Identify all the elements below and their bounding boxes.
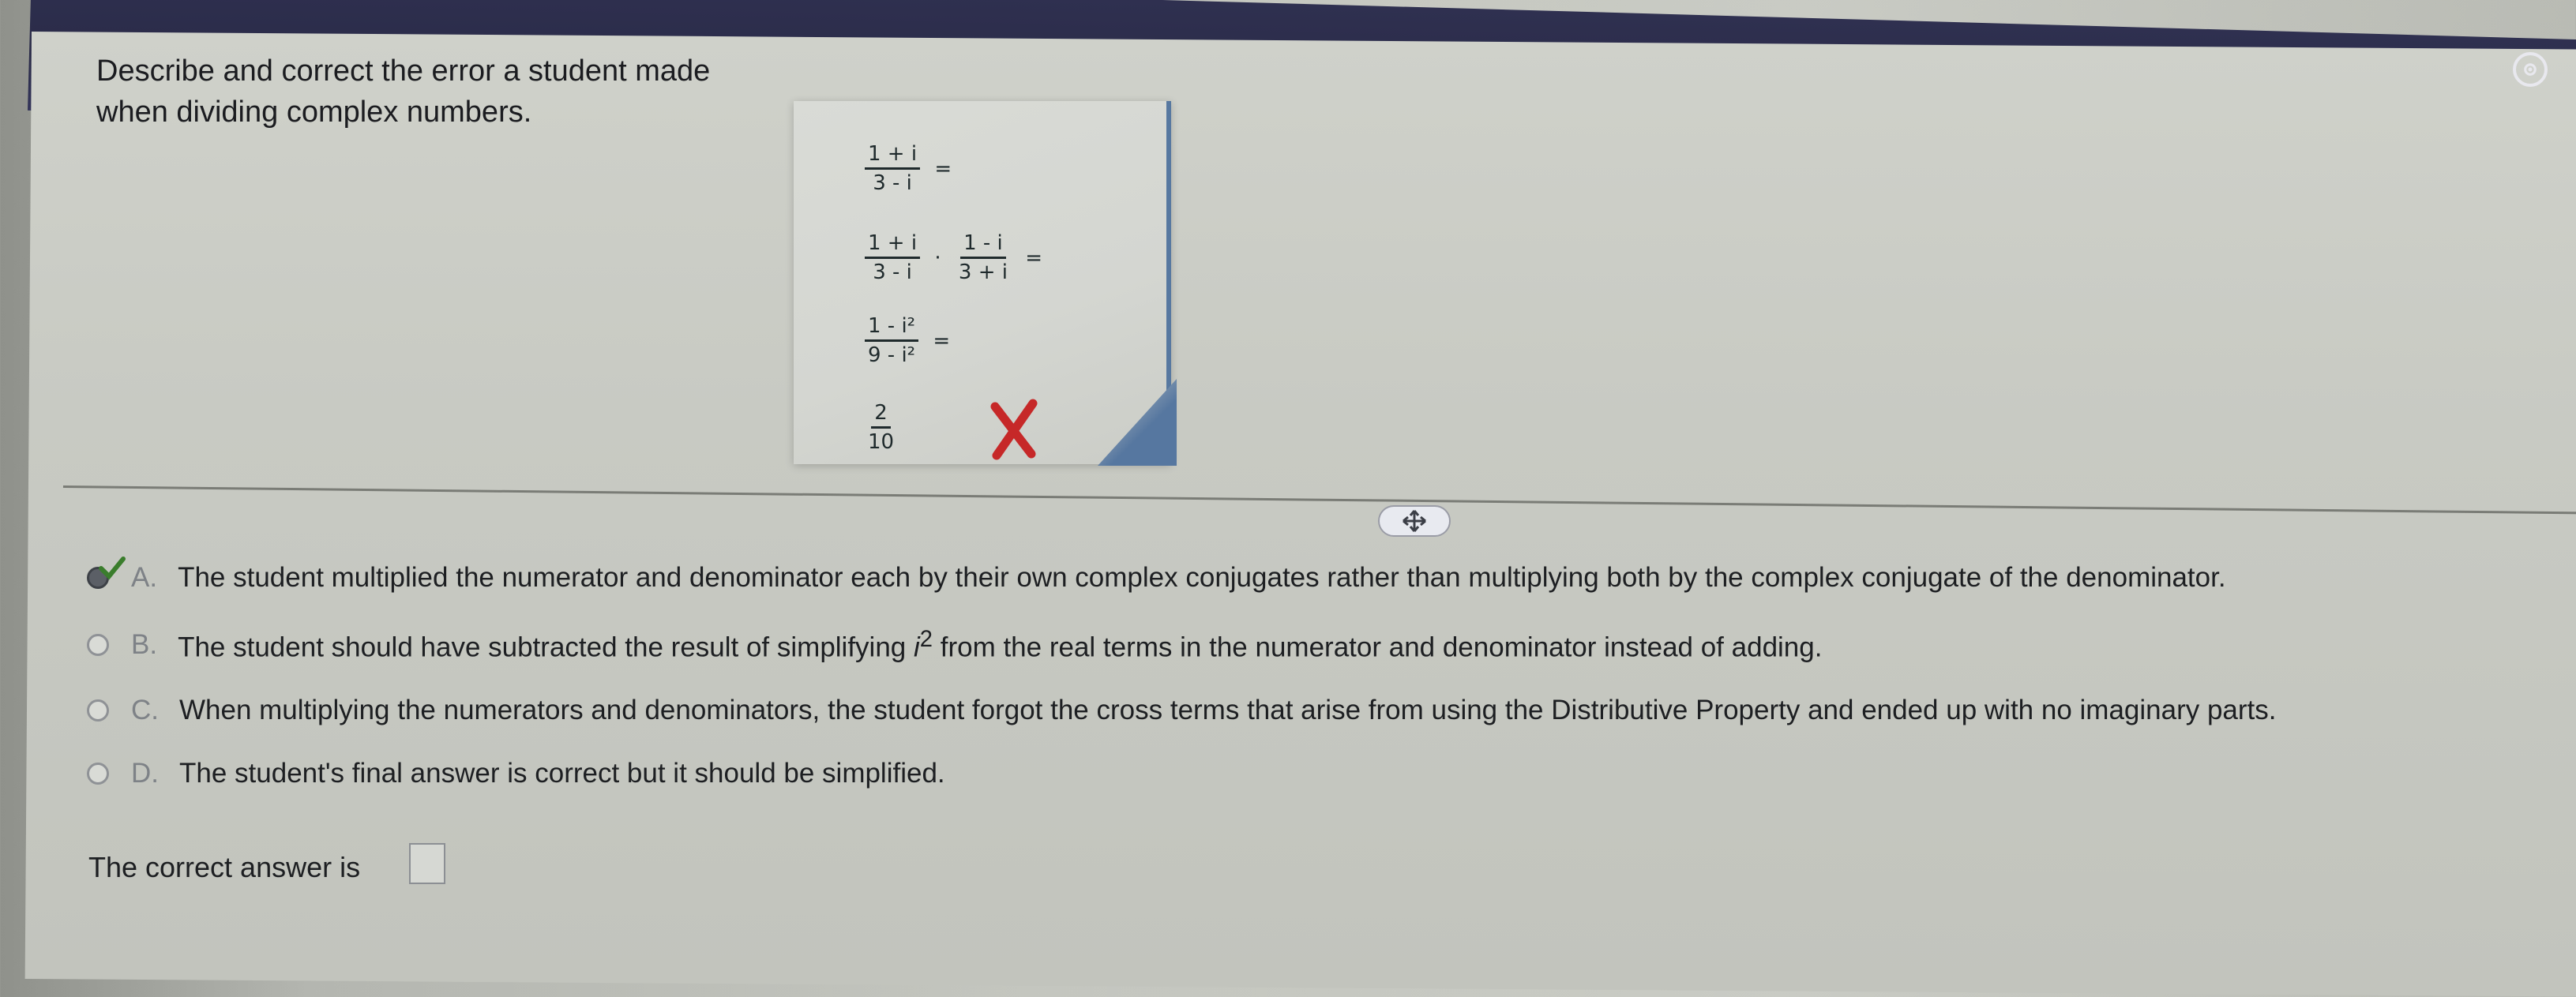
numerator: 1 - i xyxy=(960,231,1006,259)
numerator: 1 + i xyxy=(865,142,921,170)
fraction: 1 + i 3 - i xyxy=(865,231,921,284)
work-step-2: 1 + i 3 - i · 1 - i 3 + i = xyxy=(865,231,1050,284)
option-c[interactable]: C. When multiplying the numerators and d… xyxy=(87,695,2277,726)
denominator: 10 xyxy=(868,430,895,454)
fraction: 1 - i² 9 - i² xyxy=(865,314,919,367)
option-a-text: The student multiplied the numerator and… xyxy=(178,562,2226,593)
option-letter: C. xyxy=(131,695,159,725)
equals-sign: = xyxy=(933,328,951,353)
exponent: 2 xyxy=(919,627,933,652)
drag-handle[interactable] xyxy=(1378,505,1451,537)
option-d-text: The student's final answer is correct bu… xyxy=(179,758,945,789)
checkmark-icon xyxy=(99,557,126,580)
radio-option-b[interactable] xyxy=(87,634,109,657)
option-a[interactable]: A. The student multiplied the numerator … xyxy=(87,557,2226,594)
option-letter: A. xyxy=(131,562,158,593)
option-letter: D. xyxy=(131,758,159,789)
numerator: 1 + i xyxy=(865,231,921,259)
work-step-1: 1 + i 3 - i = xyxy=(865,142,959,195)
settings-gear-icon[interactable] xyxy=(2513,52,2548,87)
fraction: 2 10 xyxy=(865,401,897,454)
option-b-text-end: from the real terms in the numerator and… xyxy=(933,632,1823,663)
question-line-1: Describe and correct the error a student… xyxy=(96,54,711,88)
numerator: 1 - i² xyxy=(865,314,919,342)
answer-input[interactable] xyxy=(409,843,445,884)
option-b[interactable]: B. The student should have subtracted th… xyxy=(87,627,1822,664)
content-panel xyxy=(24,32,2576,997)
option-c-text: When multiplying the numerators and deno… xyxy=(179,695,2277,725)
denominator: 3 - i xyxy=(873,171,912,195)
multiply-dot: · xyxy=(934,246,941,270)
radio-option-c[interactable] xyxy=(87,699,109,722)
radio-option-d[interactable] xyxy=(87,763,109,785)
radio-option-a[interactable] xyxy=(87,557,126,589)
question-line-2: when dividing complex numbers. xyxy=(96,96,532,129)
work-step-3: 1 - i² 9 - i² = xyxy=(865,314,958,367)
denominator: 3 + i xyxy=(958,260,1008,284)
denominator: 3 - i xyxy=(873,260,912,284)
answer-prompt: The correct answer is xyxy=(88,851,361,883)
denominator: 9 - i² xyxy=(868,343,916,367)
equals-sign: = xyxy=(1025,246,1043,270)
option-d[interactable]: D. The student's final answer is correct… xyxy=(87,758,945,789)
x-mark-icon xyxy=(990,399,1038,460)
question-text: Describe and correct the error a student… xyxy=(96,51,791,133)
numerator: 2 xyxy=(871,401,891,429)
option-b-text: The student should have subtracted the r… xyxy=(178,627,1822,664)
gear-icon xyxy=(2524,63,2537,76)
work-step-4: 2 10 xyxy=(865,401,897,454)
move-arrows-icon xyxy=(1403,510,1426,532)
option-letter: B. xyxy=(131,629,158,661)
imaginary-unit: i xyxy=(914,632,920,663)
equals-sign: = xyxy=(934,156,952,181)
fraction: 1 - i 3 + i xyxy=(956,231,1011,284)
option-b-text-start: The student should have subtracted the r… xyxy=(178,632,914,663)
fraction: 1 + i 3 - i xyxy=(865,142,921,195)
